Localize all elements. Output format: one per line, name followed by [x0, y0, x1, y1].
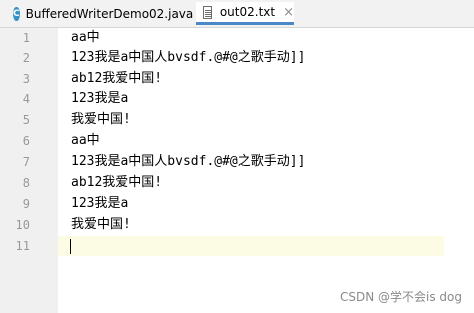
watermark: CSDN @学不会is dog	[339, 290, 462, 304]
line-number: 11	[15, 239, 30, 253]
code-line[interactable]: 123我是a	[71, 89, 128, 109]
line-number: 5	[22, 113, 30, 127]
code-line[interactable]: 我爱中国!	[71, 110, 131, 130]
tab-label: out02.txt	[219, 5, 276, 19]
tab-label: BufferedWriterDemo02.java	[25, 6, 194, 21]
text-file-icon	[203, 5, 212, 19]
line-number: 6	[22, 134, 30, 148]
code-line[interactable]: aa中	[71, 131, 100, 151]
code-line[interactable]: 123我是a	[71, 194, 128, 214]
line-number: 1	[22, 31, 30, 45]
code-line[interactable]: ab12我爱中国!	[71, 69, 162, 89]
code-line[interactable]: 123我是a中国人bvsdf.@#@之歌手动]]	[71, 48, 305, 68]
current-line-highlight	[58, 236, 444, 256]
line-number: 7	[22, 155, 30, 169]
line-number: 8	[22, 176, 30, 190]
line-number-gutter: 1 2 3 4 5 6 7 8 9 10 11	[0, 28, 58, 313]
close-icon[interactable]: ×	[283, 5, 294, 20]
text-editor[interactable]: aa中 123我是a中国人bvsdf.@#@之歌手动]] ab12我爱中国! 1…	[58, 28, 474, 313]
code-line[interactable]: 123我是a中国人bvsdf.@#@之歌手动]]	[71, 152, 305, 172]
line-number: 2	[22, 51, 30, 65]
tab-out02-txt[interactable]: out02.txt ×	[196, 2, 294, 25]
code-line[interactable]: 我爱中国!	[71, 215, 131, 235]
text-caret	[70, 239, 71, 254]
code-line[interactable]: aa中	[71, 28, 100, 48]
line-number: 10	[15, 218, 30, 232]
line-number: 3	[22, 72, 30, 86]
tab-bufferedwriterdemo02[interactable]: C BufferedWriterDemo02.java ×	[4, 2, 212, 25]
line-number: 9	[22, 197, 30, 211]
editor-tab-bar: C BufferedWriterDemo02.java × out02.txt …	[0, 0, 474, 28]
code-line[interactable]: ab12我爱中国!	[71, 173, 162, 193]
java-class-icon: C	[13, 6, 20, 21]
line-number: 4	[22, 92, 30, 106]
